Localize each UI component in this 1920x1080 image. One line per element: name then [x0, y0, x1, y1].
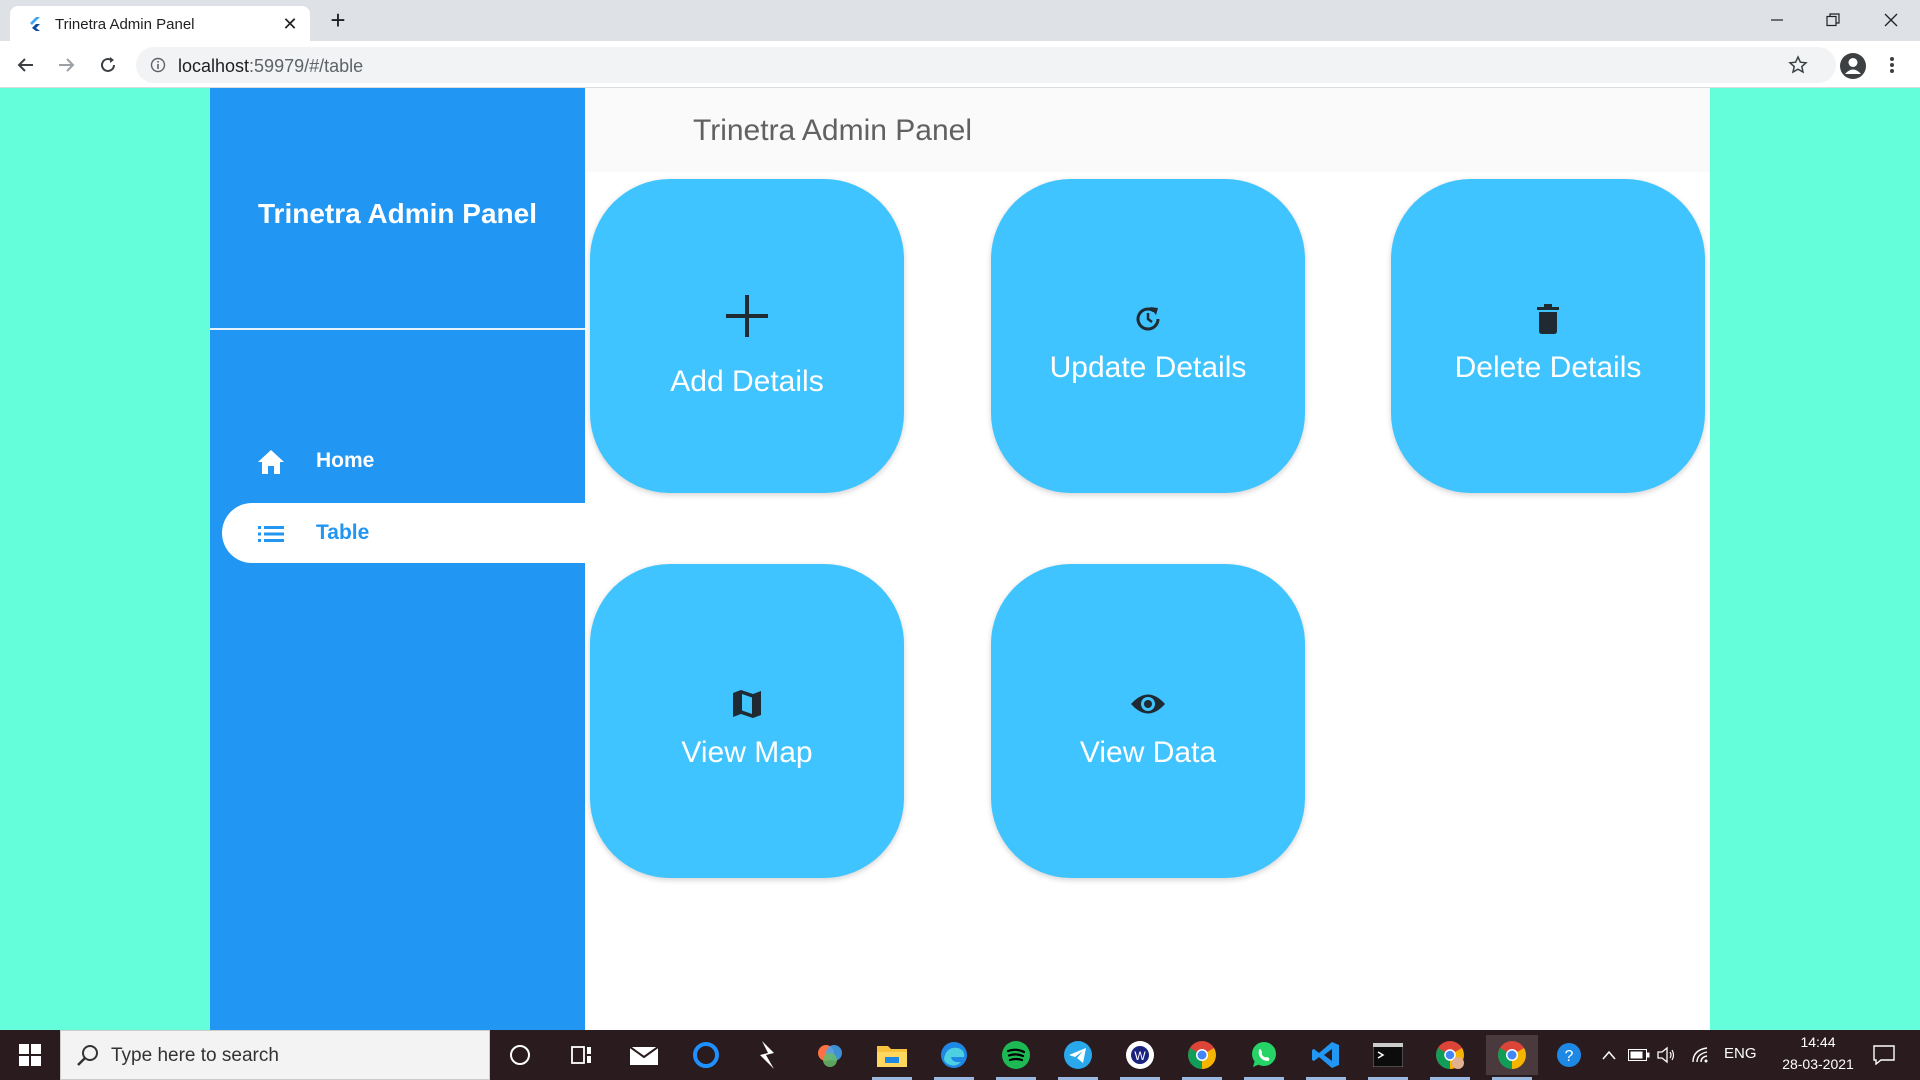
task-view-icon[interactable]	[556, 1035, 608, 1075]
update-icon	[991, 303, 1305, 335]
bookmark-star-icon[interactable]	[1788, 55, 1808, 75]
terminal-icon[interactable]	[1362, 1035, 1414, 1080]
admin-app: Trinetra Admin Panel Home Table Trinetra…	[210, 88, 1710, 1030]
browser-toolbar: localhost:59979/#/table	[0, 41, 1920, 88]
clock-time[interactable]: 14:44	[1790, 1034, 1846, 1050]
battery-icon[interactable]	[1624, 1035, 1654, 1075]
address-bar[interactable]: localhost:59979/#/table	[136, 47, 1836, 83]
help-icon[interactable]: ?	[1550, 1035, 1590, 1075]
sidebar-title: Trinetra Admin Panel	[257, 198, 538, 229]
sidebar-item-table[interactable]: Table	[222, 503, 585, 563]
edge-icon[interactable]	[928, 1035, 980, 1080]
profile-avatar-icon[interactable]	[1838, 51, 1868, 81]
taskbar-search-input[interactable]: Type here to search	[60, 1030, 490, 1080]
browser-menu-icon[interactable]	[1880, 53, 1904, 77]
mail-icon[interactable]	[618, 1035, 670, 1075]
whatsapp-icon[interactable]	[1238, 1035, 1290, 1080]
app-w-icon[interactable]: W	[1114, 1035, 1166, 1080]
map-icon	[590, 688, 904, 720]
view-data-card[interactable]: View Data	[991, 564, 1305, 878]
plus-icon	[590, 295, 904, 337]
tab-close-icon[interactable]: ✕	[280, 14, 300, 34]
reload-icon[interactable]	[96, 53, 120, 77]
paint-app-icon[interactable]	[804, 1035, 856, 1075]
site-info-icon[interactable]	[150, 57, 166, 73]
url-host: localhost	[178, 56, 250, 76]
close-window-icon[interactable]	[1876, 8, 1906, 32]
page-title: Trinetra Admin Panel	[693, 114, 973, 147]
card-label: Delete Details	[1454, 351, 1642, 384]
file-explorer-icon[interactable]	[866, 1035, 918, 1080]
notification-center-icon[interactable]	[1864, 1035, 1904, 1075]
telegram-icon[interactable]	[1052, 1035, 1104, 1080]
tab-title: Trinetra Admin Panel	[55, 16, 195, 33]
browser-tab[interactable]: Trinetra Admin Panel ✕	[10, 6, 310, 41]
card-label: Update Details	[1049, 351, 1247, 384]
chrome-active-icon[interactable]	[1486, 1035, 1538, 1080]
vscode-icon[interactable]	[1300, 1035, 1352, 1080]
eye-icon	[991, 691, 1305, 717]
language-indicator[interactable]: ENG	[1724, 1045, 1757, 1062]
wifi-icon[interactable]	[1686, 1035, 1716, 1075]
forward-arrow-icon[interactable]	[54, 53, 78, 77]
list-icon	[258, 526, 284, 542]
search-placeholder: Type here to search	[111, 1045, 279, 1066]
bolt-app-icon[interactable]	[742, 1035, 794, 1075]
sidebar: Trinetra Admin Panel Home Table	[210, 88, 585, 1030]
sidebar-item-label: Home	[316, 449, 375, 472]
svg-text:W: W	[1134, 1049, 1146, 1063]
add-details-card[interactable]: Add Details	[590, 179, 904, 493]
back-arrow-icon[interactable]	[14, 53, 38, 77]
url-text: localhost:59979/#/table	[178, 56, 363, 77]
sidebar-item-label: Table	[316, 521, 370, 544]
minimize-icon[interactable]	[1762, 8, 1792, 32]
app-bar: Trinetra Admin Panel	[585, 88, 1710, 172]
spotify-icon[interactable]	[990, 1035, 1042, 1080]
update-details-card[interactable]: Update Details	[991, 179, 1305, 493]
restore-icon[interactable]	[1818, 8, 1848, 32]
delete-details-card[interactable]: Delete Details	[1391, 179, 1705, 493]
new-tab-button[interactable]: +	[326, 7, 350, 33]
browser-tab-strip: Trinetra Admin Panel ✕ +	[0, 0, 1920, 41]
sidebar-divider	[210, 328, 585, 330]
card-label: View Data	[1079, 736, 1217, 769]
search-icon	[77, 1045, 98, 1066]
card-label: View Map	[681, 736, 813, 769]
view-map-card[interactable]: View Map	[590, 564, 904, 878]
trash-icon	[1391, 303, 1705, 335]
card-label: Add Details	[670, 365, 824, 398]
cortana-ring-icon[interactable]	[680, 1035, 732, 1075]
clock-date[interactable]: 28-03-2021	[1768, 1056, 1868, 1072]
windows-start-icon[interactable]	[0, 1030, 60, 1080]
cortana-icon[interactable]	[494, 1035, 546, 1075]
sidebar-item-home[interactable]: Home	[222, 431, 585, 491]
home-icon	[258, 450, 284, 474]
chrome-profile-icon[interactable]	[1424, 1035, 1476, 1080]
chevron-up-icon[interactable]	[1596, 1035, 1622, 1075]
volume-icon[interactable]	[1652, 1035, 1682, 1075]
windows-taskbar: Type here to search W ? ENG 14:44 28-03-…	[0, 1030, 1920, 1080]
chrome-icon[interactable]	[1176, 1035, 1228, 1080]
flutter-favicon-icon	[30, 17, 40, 31]
url-path: :59979/#/table	[249, 56, 364, 76]
main-content: Trinetra Admin Panel Add Details Update …	[585, 88, 1710, 1030]
svg-text:?: ?	[1565, 1048, 1574, 1065]
